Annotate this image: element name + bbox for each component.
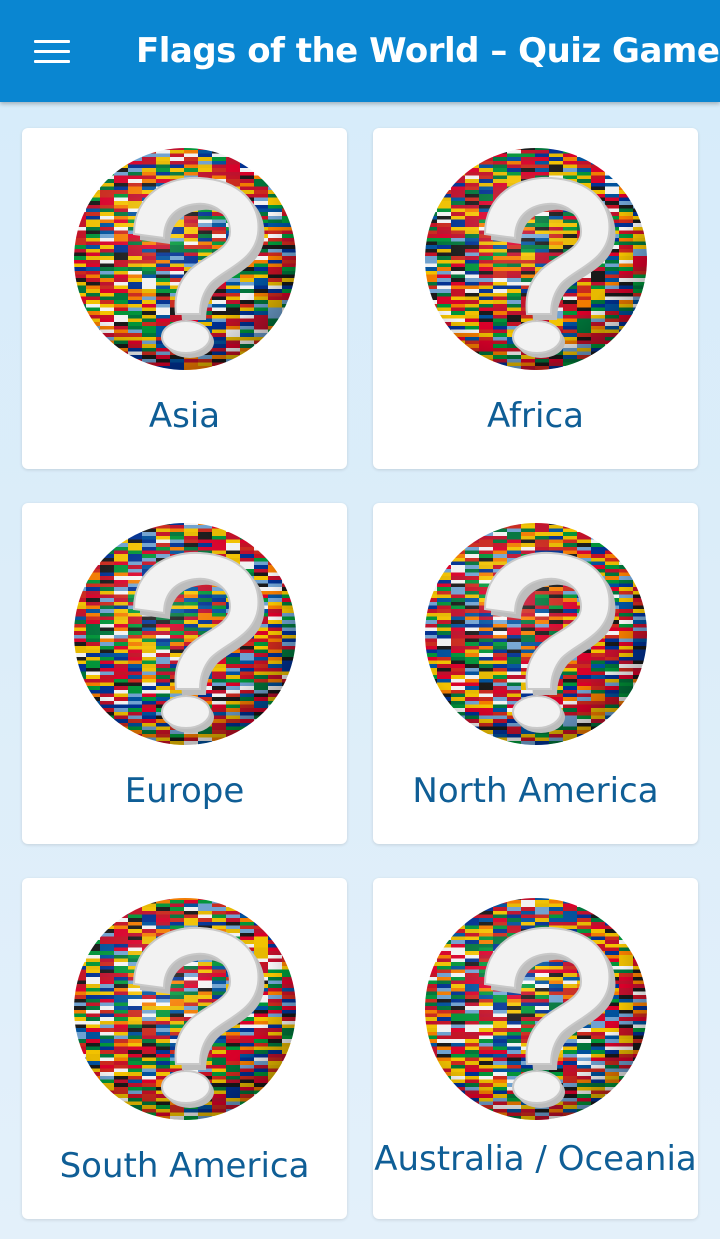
app-title: Flags of the World – Quiz Game xyxy=(136,31,720,71)
menu-icon[interactable] xyxy=(28,30,76,72)
category-card-north-america[interactable]: North America xyxy=(373,503,698,844)
category-card-australia-oceania[interactable]: Australia / Oceania xyxy=(373,878,698,1219)
flag-globe-question-icon xyxy=(423,146,649,372)
category-label: Australia / Oceania xyxy=(374,1139,697,1179)
category-card-south-america[interactable]: South America xyxy=(22,878,347,1219)
category-label: South America xyxy=(59,1146,310,1186)
flag-globe-question-icon xyxy=(423,521,649,747)
category-label: North America xyxy=(412,771,659,811)
category-label: Africa xyxy=(487,396,584,436)
category-card-africa[interactable]: Africa xyxy=(373,128,698,469)
flag-globe-question-icon xyxy=(72,521,298,747)
app-bar: Flags of the World – Quiz Game xyxy=(0,0,720,102)
category-card-europe[interactable]: Europe xyxy=(22,503,347,844)
category-grid: Asia Africa Europe North America South A… xyxy=(22,128,698,1219)
flag-globe-question-icon xyxy=(72,896,298,1122)
category-card-asia[interactable]: Asia xyxy=(22,128,347,469)
flag-globe-question-icon xyxy=(423,896,649,1122)
flag-globe-question-icon xyxy=(72,146,298,372)
category-label: Europe xyxy=(124,771,245,811)
category-label: Asia xyxy=(148,396,221,436)
